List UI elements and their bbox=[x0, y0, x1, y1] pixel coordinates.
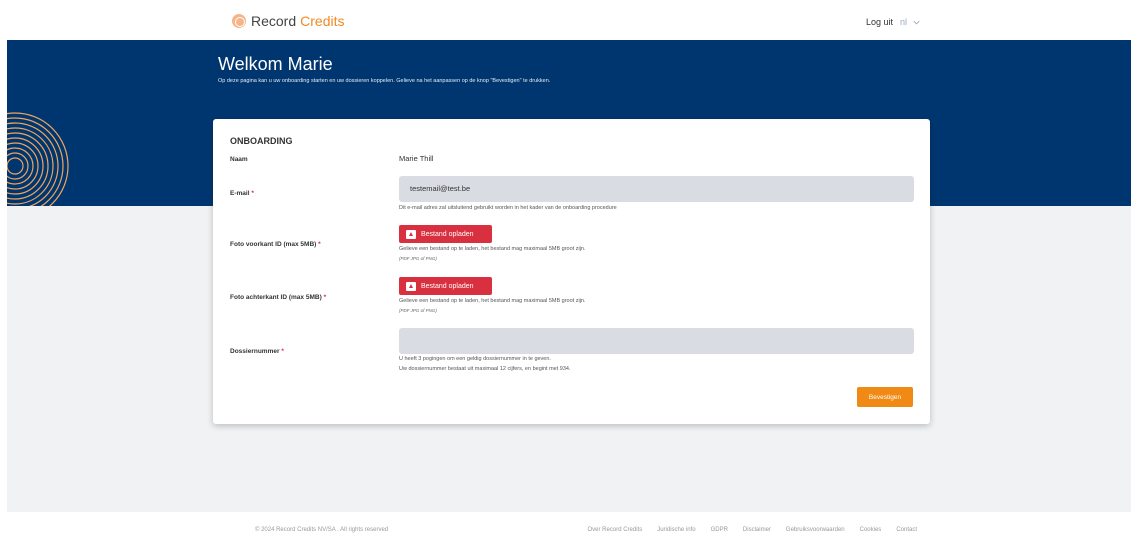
confirm-button[interactable]: Bevestigen bbox=[857, 387, 913, 407]
chevron-down-icon[interactable] bbox=[913, 19, 920, 26]
dossier-label: Dossiernummer bbox=[230, 348, 280, 355]
required-marker: * bbox=[281, 348, 284, 355]
upload-icon bbox=[406, 229, 416, 239]
fingerprint-icon bbox=[7, 112, 69, 206]
front-id-help-text: Gelieve een bestand op te laden, het bes… bbox=[399, 246, 586, 252]
front-id-label: Foto voorkant ID (max 5MB) bbox=[230, 241, 317, 248]
dossier-number-field[interactable] bbox=[399, 328, 914, 354]
required-marker: * bbox=[251, 190, 254, 197]
logo-text-credits: Credits bbox=[300, 13, 345, 29]
email-help-text: Dit e-mail adres zal uitsluitend gebruik… bbox=[399, 205, 617, 211]
dossier-help-text-1: U heeft 3 pogingen om een geldig dossier… bbox=[399, 356, 551, 362]
footer-link-about[interactable]: Over Record Credits bbox=[588, 527, 643, 533]
required-marker: * bbox=[318, 241, 321, 248]
dossier-help-text-2: Uw dossiernummer bestaat uit maximaal 12… bbox=[399, 366, 571, 372]
back-id-upload-button[interactable]: Bestand opladen bbox=[399, 277, 492, 295]
email-field-value: testemail@test.be bbox=[410, 184, 471, 193]
front-id-upload-button[interactable]: Bestand opladen bbox=[399, 225, 492, 243]
upload-button-label: Bestand opladen bbox=[421, 230, 474, 238]
back-id-label-row: Foto achterkant ID (max 5MB) * bbox=[230, 294, 326, 301]
front-id-formats: (PDF JPG of PNG) bbox=[399, 256, 437, 261]
card-title: ONBOARDING bbox=[230, 136, 293, 146]
footer-link-terms[interactable]: Gebruiksvoorwaarden bbox=[786, 527, 845, 533]
back-id-help-text: Gelieve een bestand op te laden, het bes… bbox=[399, 298, 586, 304]
logo-mark-icon bbox=[232, 14, 246, 28]
logo[interactable]: Record Credits bbox=[232, 13, 345, 29]
top-right-nav: Log uit nl bbox=[866, 17, 920, 27]
required-marker: * bbox=[323, 294, 327, 301]
name-label: Naam bbox=[230, 156, 248, 163]
back-id-formats: (PDF JPG of PNG) bbox=[399, 308, 437, 313]
language-selector[interactable]: nl bbox=[900, 17, 907, 27]
back-id-label: Foto achterkant ID (max 5MB) bbox=[230, 294, 322, 301]
name-value: Marie Thill bbox=[399, 154, 434, 163]
email-label: E-mail bbox=[230, 190, 250, 197]
logout-link[interactable]: Log uit bbox=[866, 17, 893, 27]
onboarding-card: ONBOARDING Naam Marie Thill E-mail * tes… bbox=[213, 119, 930, 424]
top-bar: Record Credits Log uit nl bbox=[0, 0, 1131, 40]
page-subtitle: Op deze pagina kan u uw onboarding start… bbox=[218, 78, 551, 84]
footer-link-contact[interactable]: Contact bbox=[896, 527, 917, 533]
footer-link-disclaimer[interactable]: Disclaimer bbox=[743, 527, 771, 533]
logo-text-record: Record bbox=[251, 13, 297, 29]
footer-link-legal[interactable]: Juridische info bbox=[657, 527, 695, 533]
footer-link-cookies[interactable]: Cookies bbox=[860, 527, 882, 533]
upload-icon bbox=[406, 281, 416, 291]
email-field[interactable]: testemail@test.be bbox=[399, 176, 914, 202]
dossier-label-row: Dossiernummer * bbox=[230, 348, 284, 355]
copyright-text: © 2024 Record Credits NV/SA . All rights… bbox=[255, 527, 389, 533]
front-id-label-row: Foto voorkant ID (max 5MB) * bbox=[230, 241, 321, 248]
upload-button-label: Bestand opladen bbox=[421, 282, 474, 290]
footer-link-gdpr[interactable]: GDPR bbox=[711, 527, 728, 533]
email-label-row: E-mail * bbox=[230, 190, 254, 197]
footer-links: Over Record Credits Juridische info GDPR… bbox=[573, 527, 917, 533]
footer: © 2024 Record Credits NV/SA . All rights… bbox=[0, 512, 1131, 541]
page-title: Welkom Marie bbox=[218, 54, 333, 74]
